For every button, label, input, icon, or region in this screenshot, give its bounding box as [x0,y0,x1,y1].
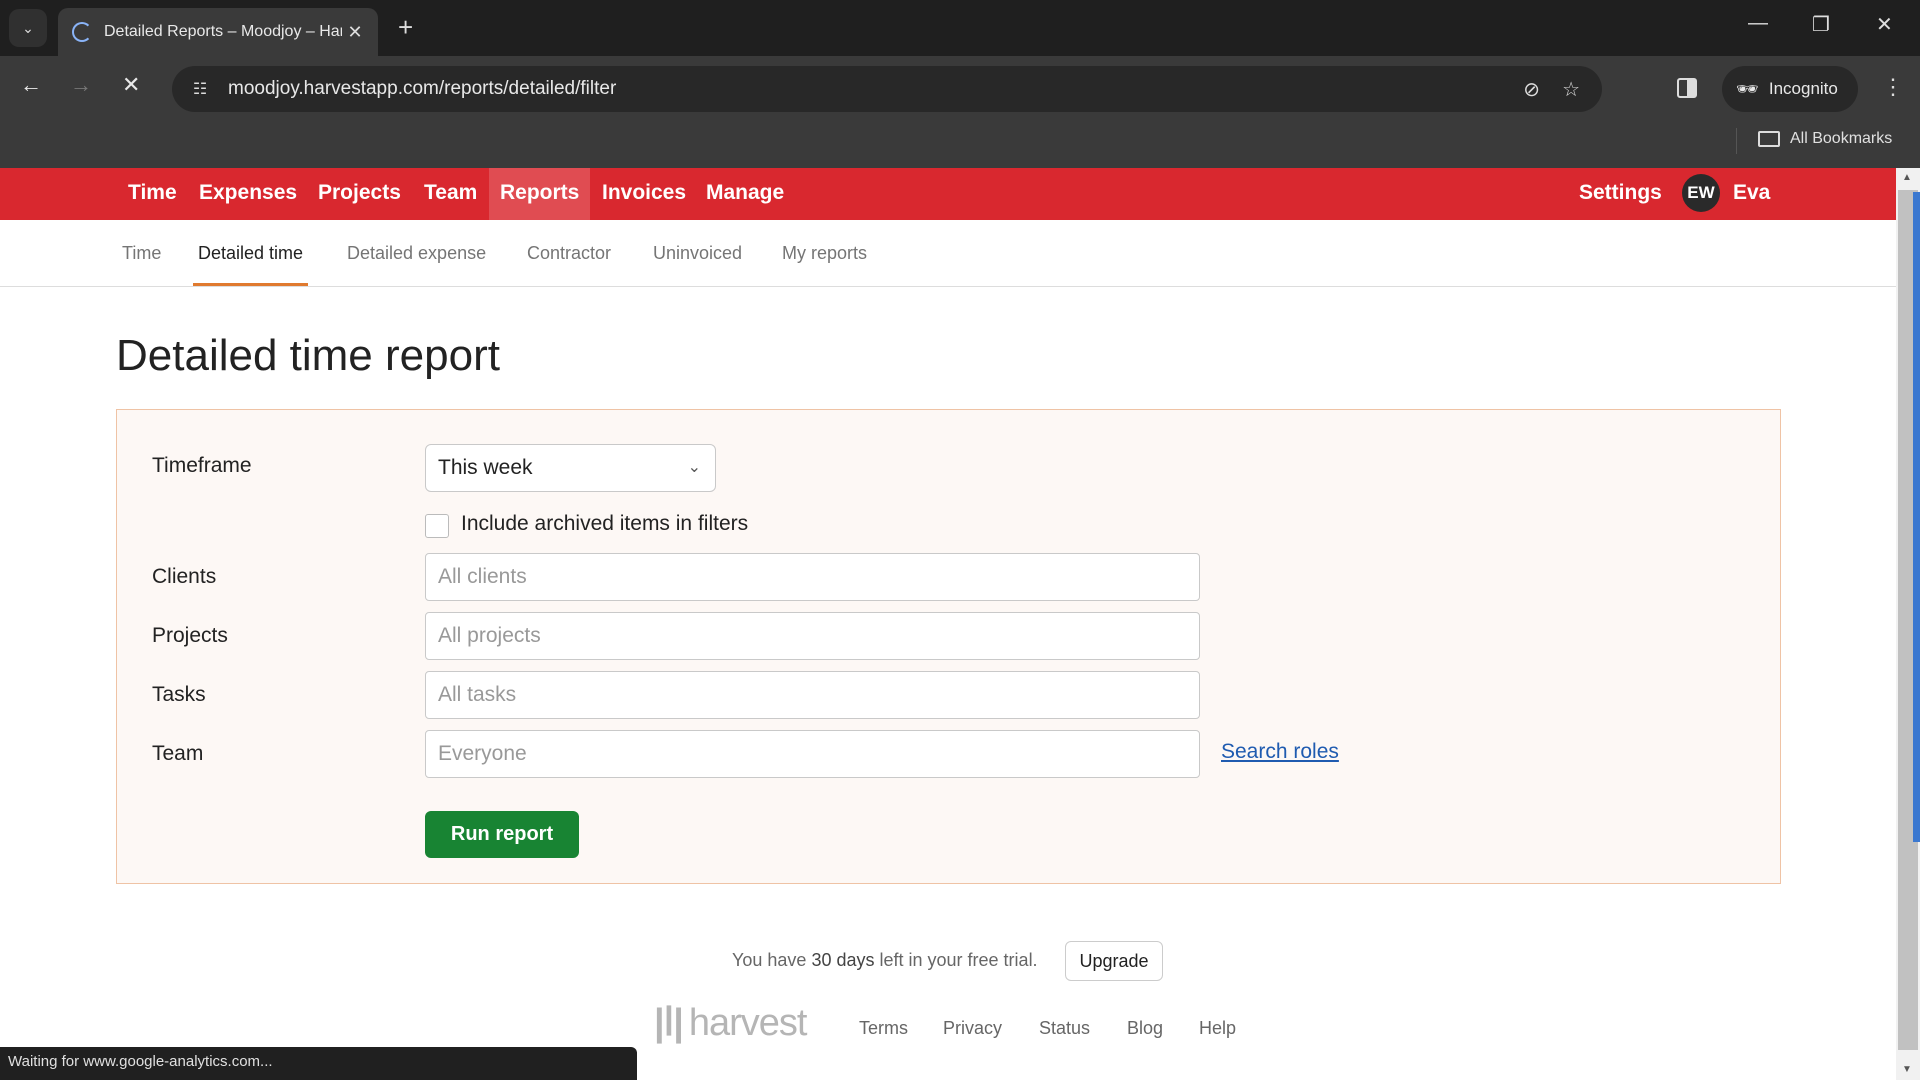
team-label: Team [152,742,204,765]
browser-tab-strip: ⌄ Detailed Reports – Moodjoy – Harvest ✕… [0,0,1920,56]
incognito-icon: 🕶 [1736,78,1759,99]
scroll-up-icon[interactable]: ▲ [1902,172,1912,183]
back-button[interactable]: ← [20,72,42,98]
site-info-icon[interactable]: ☷ [180,79,220,99]
browser-tab[interactable]: Detailed Reports – Moodjoy – Harvest ✕ [58,8,378,56]
tab-title: Detailed Reports – Moodjoy – Harvest [104,23,342,40]
nav-manage[interactable]: Manage [695,168,795,220]
chevron-down-icon: ⌄ [687,459,701,476]
nav-expenses[interactable]: Expenses [188,168,308,220]
include-archived-checkbox[interactable] [425,514,449,538]
bookmarks-divider [1736,128,1737,154]
harvest-logo[interactable]: |ⅼ| harvest [654,1000,808,1045]
incognito-indicator[interactable]: 🕶 Incognito [1722,66,1858,112]
avatar[interactable]: EW [1682,174,1720,212]
address-bar[interactable]: ☷ moodjoy.harvestapp.com/reports/detaile… [172,66,1602,112]
footer-link-help[interactable]: Help [1199,1018,1236,1039]
folder-icon [1758,131,1780,147]
close-window-icon[interactable]: ✕ [1876,12,1893,37]
side-panel-icon[interactable] [1677,78,1697,98]
bookmarks-bar [0,118,1920,168]
new-tab-button[interactable]: + [398,12,413,43]
projects-label: Projects [152,624,228,647]
harvest-logo-text: harvest [688,1002,808,1044]
chevron-down-icon: ⌄ [22,19,34,36]
subnav-detailed-time[interactable]: Detailed time [193,220,309,286]
timeframe-select[interactable]: This week ⌄ [425,444,716,492]
run-report-button[interactable]: Run report [425,811,579,858]
trial-prefix: You have [732,950,807,970]
subnav-my-reports[interactable]: My reports [782,220,867,286]
subnav-detailed-expense[interactable]: Detailed expense [347,220,486,286]
page: Time Expenses Projects Team Reports Invo… [0,168,1896,1080]
loading-spinner-icon [72,22,92,42]
stop-loading-button[interactable]: ✕ [122,72,140,98]
report-filter-form: Timeframe This week ⌄ Include archived i… [116,409,1781,884]
search-roles-link[interactable]: Search roles [1221,740,1339,764]
upgrade-button[interactable]: Upgrade [1065,941,1163,981]
reports-subnav: Time Detailed time Detailed expense Cont… [0,220,1896,287]
nav-projects[interactable]: Projects [307,168,412,220]
scrollbar-highlight [1913,192,1920,842]
subnav-time[interactable]: Time [122,220,161,286]
footer-link-status[interactable]: Status [1039,1018,1090,1039]
browser-menu-icon[interactable]: ⋮ [1882,74,1904,100]
all-bookmarks-label: All Bookmarks [1790,130,1893,147]
close-tab-icon[interactable]: ✕ [342,22,368,43]
all-bookmarks-button[interactable]: All Bookmarks [1758,130,1892,148]
page-title: Detailed time report [116,331,500,380]
include-archived-label[interactable]: Include archived items in filters [461,512,748,536]
timeframe-label: Timeframe [152,454,252,477]
team-input[interactable]: Everyone [425,730,1200,778]
subnav-contractor[interactable]: Contractor [527,220,611,286]
footer-link-privacy[interactable]: Privacy [943,1018,1002,1039]
nav-time[interactable]: Time [117,168,188,220]
nav-invoices[interactable]: Invoices [591,168,697,220]
trial-days: 30 days [811,950,875,970]
tab-search-button[interactable]: ⌄ [9,9,47,47]
nav-settings[interactable]: Settings [1568,168,1673,220]
tasks-label: Tasks [152,683,206,706]
scroll-down-icon[interactable]: ▼ [1902,1064,1912,1075]
clients-input[interactable]: All clients [425,553,1200,601]
main-nav: Time Expenses Projects Team Reports Invo… [0,168,1896,220]
footer-link-terms[interactable]: Terms [859,1018,908,1039]
user-menu[interactable]: Eva [1722,168,1781,220]
projects-input[interactable]: All projects [425,612,1200,660]
minimize-icon[interactable]: — [1748,12,1768,35]
subnav-uninvoiced[interactable]: Uninvoiced [653,220,742,286]
trial-suffix: left in your free trial. [879,950,1038,970]
harvest-logo-icon: |ⅼ| [654,1002,684,1044]
page-scrollbar[interactable]: ▲ ▼ [1896,168,1920,1080]
url-text[interactable]: moodjoy.harvestapp.com/reports/detailed/… [228,78,1523,100]
clients-label: Clients [152,565,217,588]
timeframe-value: This week [438,456,533,479]
restore-icon[interactable]: ❐ [1812,12,1830,37]
browser-status-bar: Waiting for www.google-analytics.com... [0,1047,637,1080]
nav-reports[interactable]: Reports [489,168,591,220]
trial-notice: You have 30 days left in your free trial… [732,950,1038,971]
forward-button[interactable]: → [70,72,92,98]
eye-slash-icon[interactable]: ⊘ [1523,77,1540,102]
nav-team[interactable]: Team [413,168,488,220]
incognito-label: Incognito [1768,79,1838,98]
tasks-input[interactable]: All tasks [425,671,1200,719]
star-icon[interactable]: ☆ [1562,77,1580,102]
footer-link-blog[interactable]: Blog [1127,1018,1163,1039]
